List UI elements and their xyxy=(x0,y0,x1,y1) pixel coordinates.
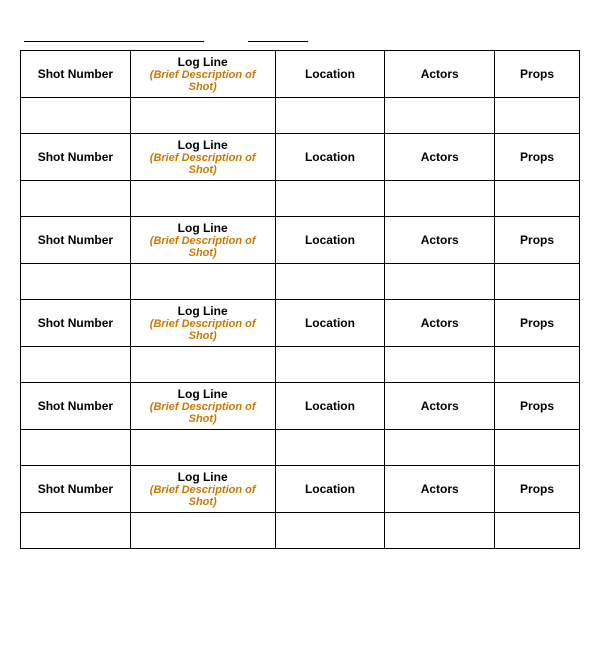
data-cell-2-4[interactable] xyxy=(495,181,580,217)
data-cell-4-1[interactable] xyxy=(130,347,275,383)
data-cell-1-3[interactable] xyxy=(385,98,495,134)
data-cell-1-2[interactable] xyxy=(275,98,385,134)
shot-number-header-3: Shot Number xyxy=(21,217,131,264)
shot-number-header-6: Shot Number xyxy=(21,466,131,513)
table-header-row-1: Shot NumberLog Line(Brief Description of… xyxy=(21,51,580,98)
props-header-6: Props xyxy=(495,466,580,513)
table-header-row-5: Shot NumberLog Line(Brief Description of… xyxy=(21,383,580,430)
shot-number-header-1: Shot Number xyxy=(21,51,131,98)
table-header-row-3: Shot NumberLog Line(Brief Description of… xyxy=(21,217,580,264)
data-cell-2-0[interactable] xyxy=(21,181,131,217)
data-cell-3-1[interactable] xyxy=(130,264,275,300)
movie-title-input-line xyxy=(24,26,204,42)
data-cell-4-2[interactable] xyxy=(275,347,385,383)
data-cell-6-0[interactable] xyxy=(21,513,131,549)
shot-list-table: Shot NumberLog Line(Brief Description of… xyxy=(20,50,580,549)
data-cell-2-3[interactable] xyxy=(385,181,495,217)
props-header-4: Props xyxy=(495,300,580,347)
data-cell-3-4[interactable] xyxy=(495,264,580,300)
logline-header-6: Log Line(Brief Description of Shot) xyxy=(130,466,275,513)
table-data-row-6 xyxy=(21,513,580,549)
logline-header-1: Log Line(Brief Description of Shot) xyxy=(130,51,275,98)
props-header-2: Props xyxy=(495,134,580,181)
props-header-5: Props xyxy=(495,383,580,430)
props-header-1: Props xyxy=(495,51,580,98)
logline-header-3: Log Line(Brief Description of Shot) xyxy=(130,217,275,264)
shot-number-header-5: Shot Number xyxy=(21,383,131,430)
actors-header-6: Actors xyxy=(385,466,495,513)
props-header-3: Props xyxy=(495,217,580,264)
location-header-3: Location xyxy=(275,217,385,264)
location-header-4: Location xyxy=(275,300,385,347)
location-header-6: Location xyxy=(275,466,385,513)
data-cell-1-0[interactable] xyxy=(21,98,131,134)
logline-header-4: Log Line(Brief Description of Shot) xyxy=(130,300,275,347)
data-cell-3-2[interactable] xyxy=(275,264,385,300)
data-cell-6-1[interactable] xyxy=(130,513,275,549)
table-data-row-5 xyxy=(21,430,580,466)
data-cell-5-1[interactable] xyxy=(130,430,275,466)
location-header-1: Location xyxy=(275,51,385,98)
actors-header-1: Actors xyxy=(385,51,495,98)
table-header-row-2: Shot NumberLog Line(Brief Description of… xyxy=(21,134,580,181)
actors-header-4: Actors xyxy=(385,300,495,347)
data-cell-5-4[interactable] xyxy=(495,430,580,466)
header-row xyxy=(20,26,580,42)
data-cell-1-1[interactable] xyxy=(130,98,275,134)
shot-number-header-4: Shot Number xyxy=(21,300,131,347)
location-header-2: Location xyxy=(275,134,385,181)
table-data-row-3 xyxy=(21,264,580,300)
actors-header-2: Actors xyxy=(385,134,495,181)
data-cell-5-3[interactable] xyxy=(385,430,495,466)
data-cell-5-0[interactable] xyxy=(21,430,131,466)
actors-header-3: Actors xyxy=(385,217,495,264)
class-input-line xyxy=(248,26,308,42)
shot-number-header-2: Shot Number xyxy=(21,134,131,181)
data-cell-3-0[interactable] xyxy=(21,264,131,300)
data-cell-4-0[interactable] xyxy=(21,347,131,383)
data-cell-6-2[interactable] xyxy=(275,513,385,549)
logline-header-2: Log Line(Brief Description of Shot) xyxy=(130,134,275,181)
logline-header-5: Log Line(Brief Description of Shot) xyxy=(130,383,275,430)
table-header-row-6: Shot NumberLog Line(Brief Description of… xyxy=(21,466,580,513)
table-data-row-1 xyxy=(21,98,580,134)
data-cell-1-4[interactable] xyxy=(495,98,580,134)
location-header-5: Location xyxy=(275,383,385,430)
data-cell-2-1[interactable] xyxy=(130,181,275,217)
data-cell-4-3[interactable] xyxy=(385,347,495,383)
data-cell-2-2[interactable] xyxy=(275,181,385,217)
data-cell-6-4[interactable] xyxy=(495,513,580,549)
table-data-row-2 xyxy=(21,181,580,217)
data-cell-5-2[interactable] xyxy=(275,430,385,466)
actors-header-5: Actors xyxy=(385,383,495,430)
table-data-row-4 xyxy=(21,347,580,383)
data-cell-3-3[interactable] xyxy=(385,264,495,300)
data-cell-6-3[interactable] xyxy=(385,513,495,549)
data-cell-4-4[interactable] xyxy=(495,347,580,383)
table-header-row-4: Shot NumberLog Line(Brief Description of… xyxy=(21,300,580,347)
